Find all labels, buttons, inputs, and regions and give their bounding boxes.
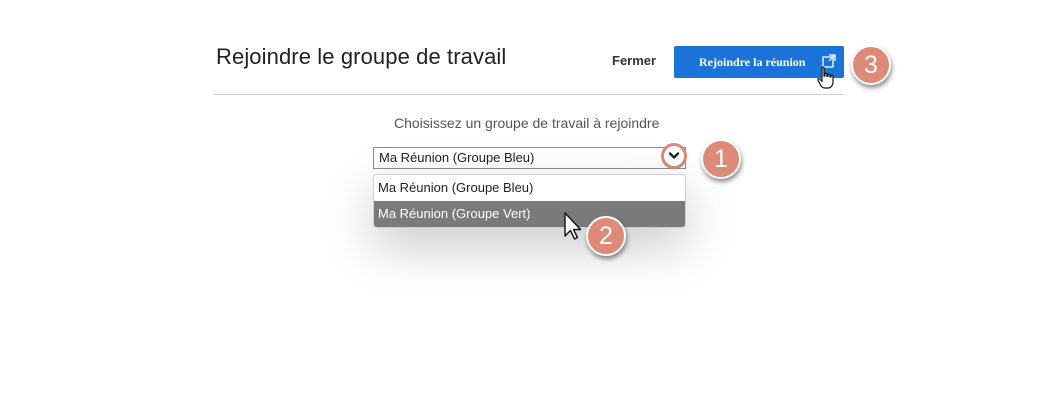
hand-pointer-icon <box>817 66 834 89</box>
header-divider <box>214 94 844 95</box>
step-badge-2: 2 <box>586 216 626 256</box>
workgroup-dropdown-list: Ma Réunion (Groupe Bleu) Ma Réunion (Gro… <box>373 174 686 228</box>
dialog-title: Rejoindre le groupe de travail <box>216 44 507 69</box>
close-button[interactable]: Fermer <box>612 53 656 68</box>
chevron-down-icon <box>668 152 680 159</box>
arrow-pointer-icon <box>564 212 582 240</box>
dropdown-option-bleu[interactable]: Ma Réunion (Groupe Bleu) <box>374 175 685 201</box>
dropdown-option-vert[interactable]: Ma Réunion (Groupe Vert) <box>374 201 685 227</box>
join-meeting-label: Rejoindre la réunion <box>699 54 806 69</box>
select-prompt: Choisissez un groupe de travail à rejoin… <box>394 115 660 131</box>
step-badge-3: 3 <box>851 45 891 85</box>
step-badge-1: 1 <box>701 139 741 179</box>
workgroup-select[interactable]: Ma Réunion (Groupe Bleu) <box>373 147 686 169</box>
dropdown-toggle[interactable] <box>661 143 687 169</box>
